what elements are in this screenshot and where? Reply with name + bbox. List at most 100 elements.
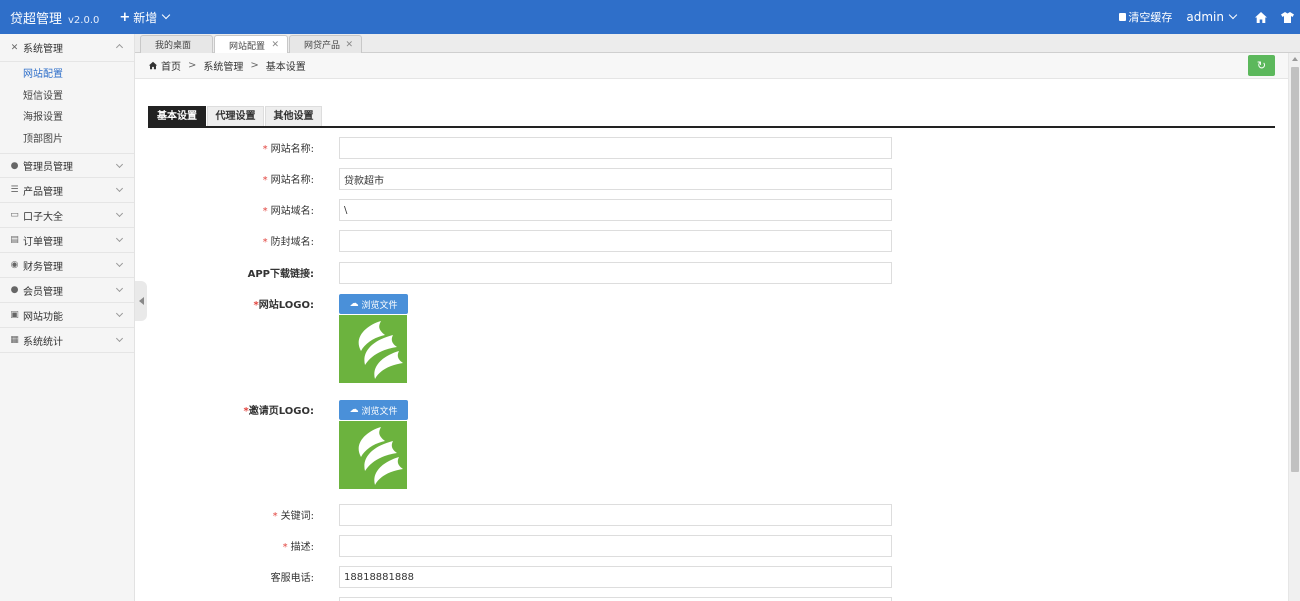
sidebar-group-system[interactable]: ✕ 系统管理 bbox=[0, 34, 134, 62]
chevron-down-icon bbox=[115, 259, 124, 268]
form-row-site-logo: *网站LOGO: bbox=[148, 294, 892, 316]
sidebar-group-finance[interactable]: ◉ 财务管理 bbox=[0, 253, 134, 278]
chevron-down-icon bbox=[115, 309, 124, 318]
breadcrumb-separator: > bbox=[188, 60, 197, 71]
field-label: * 关键词: bbox=[272, 511, 314, 522]
site-logo-upload-button[interactable]: ☁ 浏览文件 bbox=[339, 294, 408, 314]
form-row-keywords: * 关键词: bbox=[148, 504, 892, 526]
wrench-icon: ✕ bbox=[10, 42, 19, 53]
chevron-up-icon bbox=[115, 43, 124, 52]
site-logo-image bbox=[339, 315, 407, 383]
tab-site-config[interactable]: 网站配置 ✕ bbox=[214, 35, 288, 54]
block-domain-input[interactable] bbox=[339, 230, 892, 252]
sidebar: ✕ 系统管理 网站配置 短信设置 海报设置 顶部图片 ● 管理员管理 ☰ 产品管… bbox=[0, 34, 135, 601]
chevron-down-icon bbox=[115, 334, 124, 343]
form-row-domain: * 网站域名: bbox=[148, 199, 892, 221]
sidebar-item-poster[interactable]: 海报设置 bbox=[0, 107, 134, 129]
brand[interactable]: 贷超管理 v2.0.0 bbox=[10, 8, 99, 27]
form-row-description: * 描述: bbox=[148, 535, 892, 557]
form-row-invite-logo: *邀请页LOGO: bbox=[148, 400, 892, 422]
sidebar-item-site-config[interactable]: 网站配置 bbox=[0, 64, 134, 86]
clear-cache-label: 清空缓存 bbox=[1128, 11, 1173, 24]
breadcrumb-level1[interactable]: 系统管理 bbox=[203, 58, 243, 73]
field-label: * 描述: bbox=[282, 542, 314, 553]
scrollbar[interactable] bbox=[1288, 53, 1300, 601]
field-label: APP下载链接: bbox=[247, 269, 314, 280]
tab-label: 网贷产品 bbox=[304, 41, 341, 51]
sidebar-group-stats[interactable]: ▦ 系统统计 bbox=[0, 328, 134, 353]
breadcrumb-level2: 基本设置 bbox=[265, 62, 306, 73]
refresh-button[interactable]: ↻ bbox=[1248, 55, 1275, 76]
form-row-next bbox=[148, 597, 892, 601]
member-icon: ● bbox=[10, 285, 19, 295]
tab-label: 网站配置 bbox=[229, 41, 266, 52]
phone-input[interactable] bbox=[339, 566, 892, 588]
add-new-menu[interactable]: + 新增 bbox=[119, 9, 171, 26]
breadcrumb-home[interactable]: 首页 bbox=[161, 58, 181, 73]
form-row-app-link: APP下载链接: bbox=[148, 262, 892, 284]
close-icon[interactable]: ✕ bbox=[345, 40, 353, 50]
sidebar-group-label: 系统管理 bbox=[23, 44, 63, 55]
sidebar-group-label: 订单管理 bbox=[23, 236, 63, 248]
invite-logo-image bbox=[339, 421, 407, 489]
list-icon: ☰ bbox=[10, 185, 19, 195]
description-input[interactable] bbox=[339, 535, 892, 557]
sidebar-group-products[interactable]: ☰ 产品管理 bbox=[0, 178, 134, 203]
sidebar-group-label: 会员管理 bbox=[23, 286, 63, 298]
tab-loan-products[interactable]: 网贷产品 ✕ bbox=[289, 35, 362, 53]
form-row-site-name: * 网站名称: bbox=[148, 137, 892, 159]
site-name-2-input[interactable] bbox=[339, 168, 892, 190]
sidebar-group-label: 网站功能 bbox=[23, 311, 63, 323]
finance-icon: ◉ bbox=[10, 260, 19, 270]
tab-other-settings[interactable]: 其他设置 bbox=[265, 106, 322, 126]
sidebar-item-top-image[interactable]: 顶部图片 bbox=[0, 129, 134, 151]
image-icon: ▣ bbox=[10, 310, 19, 320]
sidebar-group-members[interactable]: ● 会员管理 bbox=[0, 278, 134, 303]
tab-agent-settings[interactable]: 代理设置 bbox=[207, 106, 264, 126]
sidebar-group-admins[interactable]: ● 管理员管理 bbox=[0, 153, 134, 178]
breadcrumb-separator: > bbox=[250, 60, 259, 71]
app-link-input[interactable] bbox=[339, 262, 892, 284]
scroll-thumb[interactable] bbox=[1291, 67, 1299, 472]
chevron-down-icon bbox=[115, 284, 124, 293]
app-version: v2.0.0 bbox=[68, 14, 100, 26]
chevron-down-icon bbox=[115, 184, 124, 193]
sidebar-group-label: 口子大全 bbox=[23, 211, 63, 223]
invite-logo-upload-button[interactable]: ☁ 浏览文件 bbox=[339, 400, 408, 420]
close-icon[interactable]: ✕ bbox=[271, 40, 279, 50]
field-label: *邀请页LOGO: bbox=[243, 406, 314, 417]
clear-cache-button[interactable]: 清空缓存 bbox=[1119, 9, 1172, 25]
home-icon bbox=[148, 61, 158, 70]
top-header: 贷超管理 v2.0.0 + 新增 清空缓存 admin bbox=[0, 0, 1300, 34]
tab-basic-settings[interactable]: 基本设置 bbox=[148, 106, 206, 126]
sidebar-group-features[interactable]: ▣ 网站功能 bbox=[0, 303, 134, 328]
home-icon[interactable] bbox=[1248, 0, 1274, 34]
next-input[interactable] bbox=[339, 597, 892, 601]
chevron-down-icon bbox=[1228, 10, 1238, 20]
cloud-upload-icon: ☁ bbox=[349, 405, 359, 415]
breadcrumb: 首页 > 系统管理 > 基本设置 ↻ bbox=[135, 53, 1288, 79]
sidebar-group-orders[interactable]: ▤ 订单管理 bbox=[0, 228, 134, 253]
user-icon: ● bbox=[10, 160, 19, 171]
field-label: *网站LOGO: bbox=[253, 300, 314, 311]
site-name-input[interactable] bbox=[339, 137, 892, 159]
scroll-up-arrow[interactable] bbox=[1292, 57, 1298, 61]
cloud-upload-icon: ☁ bbox=[349, 299, 359, 309]
sidebar-group-kouzi[interactable]: ▭ 口子大全 bbox=[0, 203, 134, 228]
monitor-icon: ▭ bbox=[10, 210, 19, 220]
chart-icon: ▦ bbox=[10, 335, 19, 345]
sidebar-group-label: 系统统计 bbox=[23, 336, 63, 348]
shirt-icon[interactable] bbox=[1274, 0, 1300, 34]
settings-tabs: 基本设置 代理设置 其他设置 bbox=[148, 106, 1275, 128]
sidebar-group-label: 财务管理 bbox=[23, 261, 63, 273]
domain-input[interactable] bbox=[339, 199, 892, 221]
sidebar-collapse-handle[interactable] bbox=[135, 281, 147, 321]
user-menu[interactable]: admin bbox=[1186, 10, 1238, 24]
sidebar-item-sms[interactable]: 短信设置 bbox=[0, 86, 134, 108]
tab-desktop[interactable]: 我的桌面 bbox=[140, 35, 213, 53]
form-row-block-domain: * 防封域名: bbox=[148, 230, 892, 252]
field-label: * 网站域名: bbox=[262, 206, 314, 217]
keywords-input[interactable] bbox=[339, 504, 892, 526]
form-row-site-name-2: * 网站名称: bbox=[148, 168, 892, 190]
upload-label: 浏览文件 bbox=[361, 300, 398, 311]
